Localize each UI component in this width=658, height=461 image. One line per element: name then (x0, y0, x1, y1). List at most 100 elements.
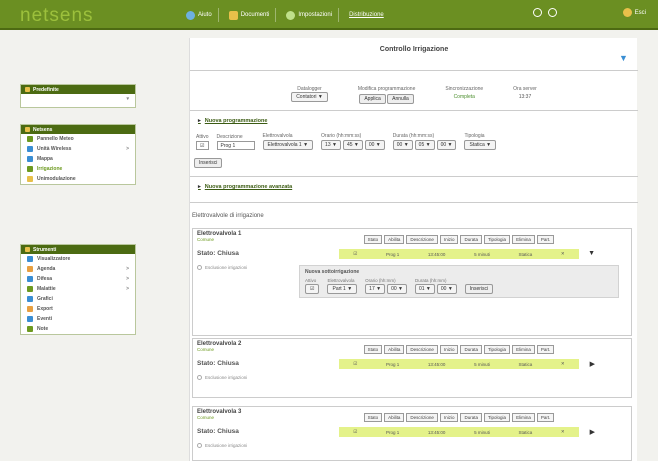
col-header: Descrizione (406, 345, 438, 354)
sidebar: Predefinite ▾ Netsens Pannello Meteo Uni… (8, 38, 176, 461)
schedule-table-header: Stato Abilita Descrizione Inizio Durata … (293, 345, 625, 354)
panel-header: Strumenti (21, 245, 135, 254)
sidebar-item-grafici[interactable]: Grafici (21, 294, 135, 304)
delete-icon[interactable]: ✕ (561, 251, 565, 257)
sidebar-item-mappa[interactable]: Mappa (21, 154, 135, 164)
sidebar-item-irrigazione[interactable]: Irrigazione (21, 164, 135, 174)
description-input[interactable]: Prog 1 (216, 141, 255, 150)
table-row[interactable]: ☑ Prog 1 13:45:00 5 minuti Statica ✕ ▼ (339, 249, 595, 259)
events-icon (27, 316, 33, 322)
sub-dur-hour[interactable]: 01 ▼ (414, 284, 435, 294)
refresh-icon[interactable] (547, 8, 557, 17)
table-row[interactable]: ☑ Prog 1 13:45:00 5 minuti Statica ✕ ▶ (339, 359, 595, 369)
attivo-checkbox[interactable]: ☑ (196, 141, 209, 150)
nav-documents[interactable]: Documenti (223, 8, 277, 22)
sync-status: Completa (453, 94, 475, 100)
server-time-field: Ora server 13:37 (513, 86, 537, 100)
nav-distribution[interactable]: Distribuzione (343, 8, 390, 22)
sub-start-min[interactable]: 00 ▼ (387, 284, 407, 294)
sidebar-item-unimodulazione[interactable]: Unimodulazione (21, 174, 135, 184)
sidebar-item-note[interactable]: Note (21, 324, 135, 334)
col-header: Abilita (384, 235, 405, 244)
filter-icon[interactable]: ▼ (619, 54, 628, 63)
new-schedule-form: Attivo ☑ Descrizione Prog 1 Elettrovalvola… (190, 133, 638, 150)
chart-icon (27, 256, 33, 262)
radio-icon (197, 375, 202, 380)
divider (190, 202, 638, 203)
valves-section-title: Elettrovalvole di irrigazione (192, 213, 264, 219)
apply-button[interactable]: Applica (359, 94, 386, 104)
sub-start-hour[interactable]: 17 ▼ (365, 284, 386, 294)
delete-icon[interactable]: ✕ (561, 429, 565, 435)
expand-icon[interactable]: ▶ (590, 360, 595, 368)
start-sec-select[interactable]: 00 ▼ (364, 140, 385, 150)
type-select[interactable]: Statica ▼ (464, 140, 497, 150)
datalogger-select[interactable]: Contatori ▼ (291, 92, 328, 102)
nav-help[interactable]: Aiuto (180, 8, 219, 22)
valve-select[interactable]: Elettrovalvola 1 ▼ (262, 140, 314, 150)
predefinite-select[interactable]: ▾ (21, 94, 135, 104)
sidebar-item-malattie[interactable]: Malattie > (21, 284, 135, 294)
export-icon (27, 306, 33, 312)
advanced-schedule-link[interactable]: ▸ Nuova programmazione avanzata (198, 184, 292, 190)
wireless-icon (27, 146, 33, 152)
user-icon (622, 8, 632, 17)
sub-irrigation-form: Nuova sottoirrigazione Attivo ☑ Elettrova… (299, 265, 619, 298)
exclude-option[interactable]: Esclusione irrigazioni (197, 375, 285, 380)
sub-dur-min[interactable]: 00 ▼ (436, 284, 457, 294)
sidebar-item-unita-wireless[interactable]: Unità Wireless > (21, 144, 135, 154)
exclude-option[interactable]: Esclusione irrigazioni (197, 443, 285, 448)
radio-icon (197, 265, 202, 270)
divider (190, 110, 638, 111)
drop-icon (27, 166, 33, 172)
cancel-button[interactable]: Annulla (387, 94, 414, 104)
sub-attivo-checkbox[interactable]: ☑ (305, 284, 320, 294)
search-icon[interactable] (532, 8, 542, 17)
insert-button[interactable]: Inserisci (194, 158, 223, 168)
nav-settings[interactable]: Impostazioni (280, 8, 340, 22)
valve-sub: Comune (197, 237, 215, 242)
weather-icon (27, 136, 33, 142)
expand-icon[interactable]: ▶ (590, 428, 595, 436)
table-row[interactable]: ☑ Prog 1 13:45:00 5 minuti Statica ✕ ▶ (339, 427, 595, 437)
valve-card: Elettrovalvola 3 Comune Stato: Chiusa Es… (192, 406, 632, 461)
schedule-table-header: Stato Abilita Descrizione Inizio Durata … (293, 235, 625, 244)
sidebar-item-export[interactable]: Export (21, 304, 135, 314)
exclude-option[interactable]: Esclusione irrigazioni (197, 265, 285, 270)
delete-icon[interactable]: ✕ (561, 361, 565, 367)
sidebar-item-eventi[interactable]: Eventi (21, 314, 135, 324)
enable-checkbox[interactable]: ☑ (353, 361, 357, 367)
start-min-select[interactable]: 45 ▼ (342, 140, 363, 150)
calendar-icon (27, 266, 33, 272)
dur-sec-select[interactable]: 00 ▼ (436, 140, 457, 150)
start-hour-select[interactable]: 13 ▼ (321, 140, 341, 150)
sub-part-select[interactable]: Part 1 ▼ (327, 284, 358, 294)
datalogger-field: Datalogger Contatori ▼ (291, 86, 328, 104)
sidebar-item-agenda[interactable]: Agenda > (21, 264, 135, 274)
desc-field: Descrizione Prog 1 (216, 134, 255, 150)
col-header: Abilita (384, 345, 405, 354)
map-icon (27, 156, 33, 162)
col-header: Stato (363, 413, 383, 422)
dur-hour-select[interactable]: 00 ▼ (392, 140, 413, 150)
enable-checkbox[interactable]: ☑ (353, 429, 357, 435)
top-right-tools: Esci (532, 8, 646, 17)
sub-insert-button[interactable]: Inserisci (464, 284, 494, 294)
bug-icon (27, 286, 33, 292)
sub-part-field: Elettrovalvola Part 1 ▼ (327, 278, 358, 294)
enable-checkbox[interactable]: ☑ (353, 251, 357, 257)
sidebar-item-difesa[interactable]: Difesa > (21, 274, 135, 284)
sidebar-item-visualizzatore[interactable]: Visualizzatore (21, 254, 135, 264)
start-time-field: Orario (hh:mm:ss) 13 ▼ 45 ▼ 00 ▼ (321, 133, 385, 150)
logout-button[interactable]: Esci (622, 8, 646, 17)
chevron-right-icon: > (126, 276, 129, 282)
collapse-icon[interactable]: ▼ (588, 250, 595, 257)
dur-min-select[interactable]: 05 ▼ (414, 140, 435, 150)
col-header: Part. (536, 413, 555, 422)
sidebar-item-pannello-meteo[interactable]: Pannello Meteo (21, 134, 135, 144)
col-header: Descrizione (406, 235, 438, 244)
summary-bar: Datalogger Contatori ▼ Modifica programm… (190, 86, 638, 104)
new-schedule-link[interactable]: ▸ Nuova programmazione (198, 118, 267, 124)
valve-info: Elettrovalvola 1 Comune Stato: Chiusa Es… (197, 231, 285, 270)
schedule-table-header: Stato Abilita Descrizione Inizio Durata … (293, 413, 625, 422)
